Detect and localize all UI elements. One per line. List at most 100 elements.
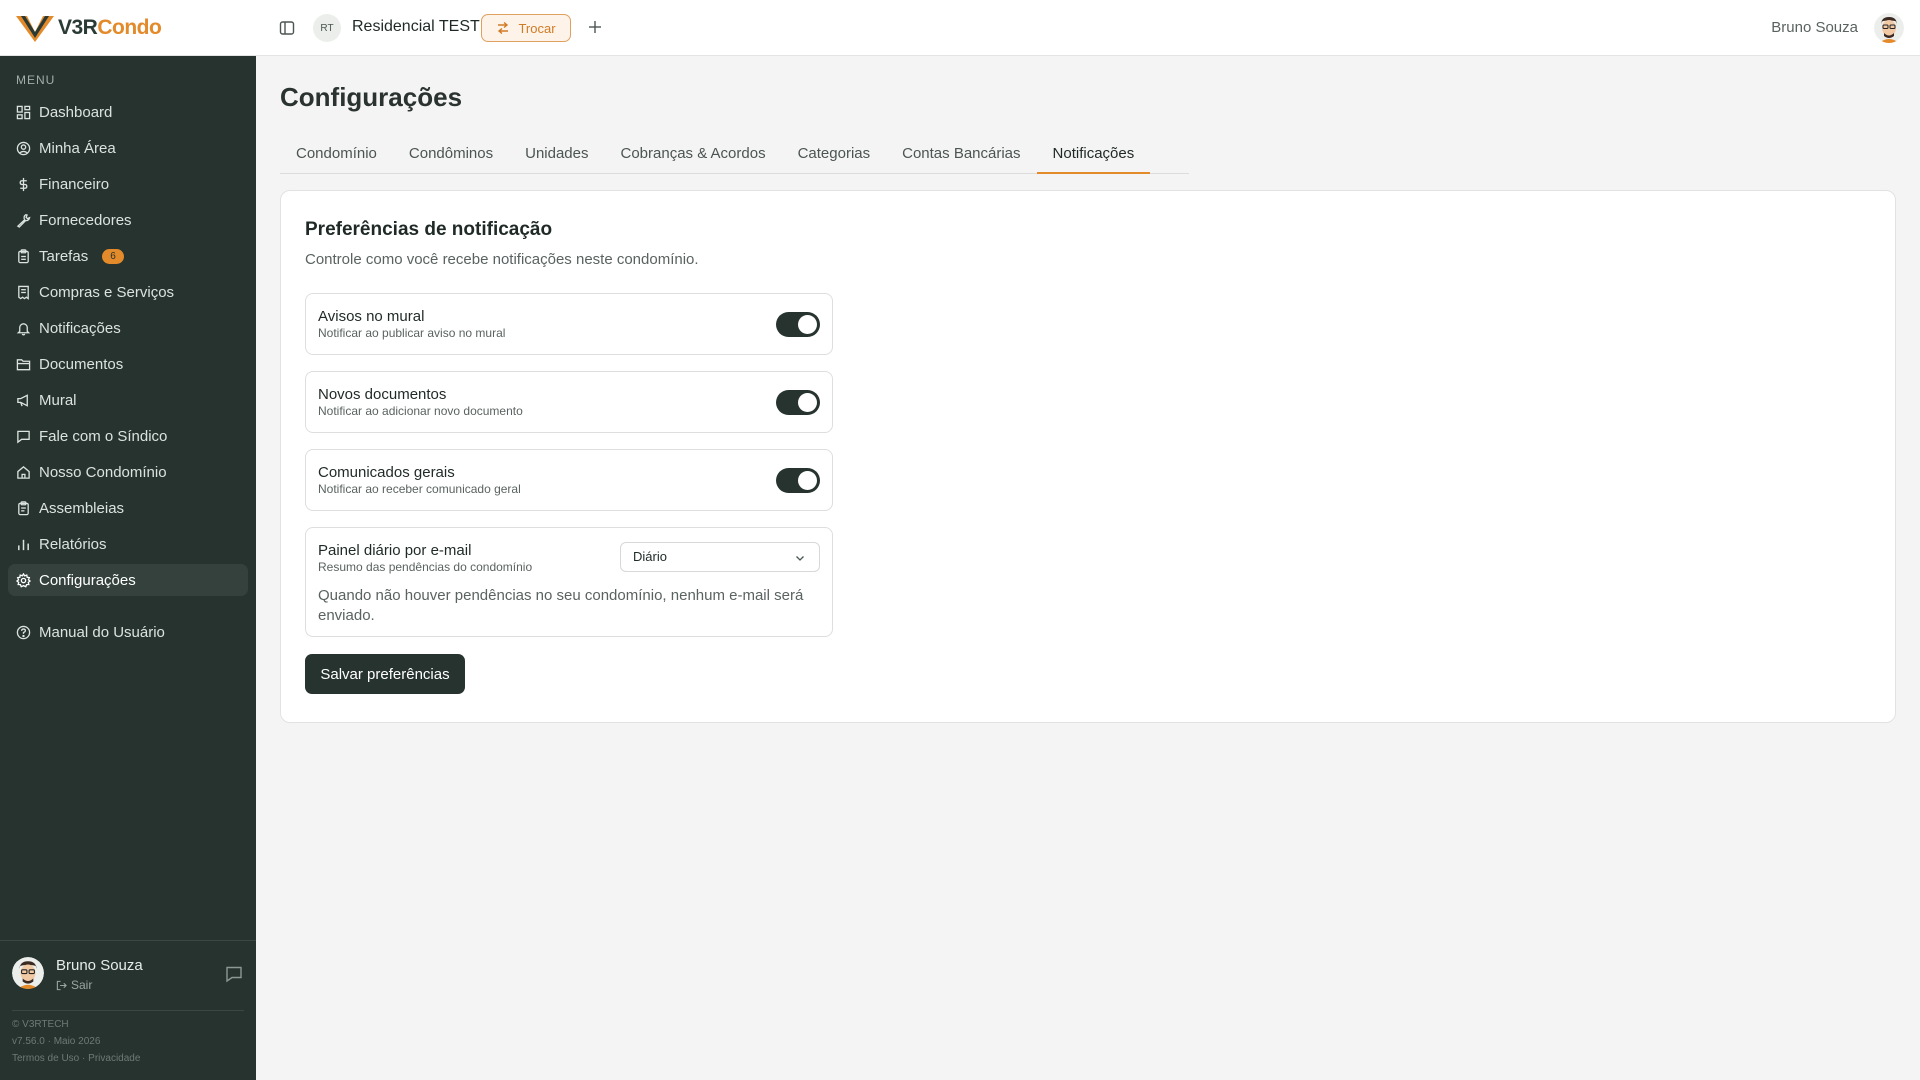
footer-version: v7.56.0 · Maio 2026	[12, 1036, 101, 1047]
logout-icon	[56, 980, 67, 990]
app-logo[interactable]: V3RCondo	[14, 10, 162, 46]
help-circle-icon	[16, 625, 31, 639]
digest-note: Quando não houver pendências no seu cond…	[318, 587, 804, 624]
digest-frequency-select[interactable]: Diário	[620, 542, 820, 572]
footer-link-separator: ·	[82, 1053, 86, 1064]
sidebar-footer: © V3RTECH v7.56.0 · Maio 2026 Termos de …	[12, 1016, 140, 1067]
sidebar-item-label: Fale com o Síndico	[39, 427, 168, 445]
sidebar-item-manual[interactable]: Manual do Usuário	[8, 616, 248, 648]
swap-icon	[498, 21, 509, 35]
clipboard-icon	[18, 248, 29, 263]
sidebar-item-tarefas[interactable]: Tarefas 6	[8, 240, 248, 272]
sidebar-item-label: Financeiro	[39, 175, 110, 193]
sidebar-item-financeiro[interactable]: Financeiro	[8, 168, 248, 200]
sidebar-user-name: Bruno Souza	[56, 957, 143, 974]
save-preferences-button[interactable]: Salvar preferências	[305, 654, 465, 694]
sidebar-nav: Dashboard Minha Área Financeiro Forneced…	[8, 96, 248, 600]
condo-name: Residencial TESTE	[352, 18, 491, 35]
sidebar-manual: Manual do Usuário	[8, 616, 248, 652]
sidebar-item-label: Nosso Condomínio	[39, 463, 167, 481]
chevron-down-icon	[796, 556, 804, 561]
main-content: Configurações Condomínio Condôminos Unid…	[256, 56, 1920, 1080]
folder-icon	[16, 358, 31, 370]
pref-avisos-mural: Avisos no mural Notificar ao publicar av…	[305, 293, 833, 355]
logo-text-v3r: V3R	[58, 16, 98, 39]
wrench-icon	[16, 213, 31, 228]
tab-notificacoes[interactable]: Notificações	[1036, 140, 1151, 174]
tab-condominio[interactable]: Condomínio	[280, 140, 393, 174]
toggle-novos-documentos[interactable]	[776, 390, 820, 415]
card-subtitle: Controle como você recebe notificações n…	[305, 251, 699, 268]
settings-tabs: Condomínio Condôminos Unidades Cobranças…	[280, 140, 1189, 174]
pref-novos-documentos: Novos documentos Notificar ao adicionar …	[305, 371, 833, 433]
chat-icon	[17, 430, 30, 443]
switch-condo-label: Trocar	[518, 20, 556, 36]
sidebar-item-label: Relatórios	[39, 535, 107, 553]
pref-description: Notificar ao publicar aviso no mural	[318, 326, 506, 340]
home-icon	[17, 465, 30, 479]
sidebar-item-fale-sindico[interactable]: Fale com o Síndico	[8, 420, 248, 452]
sidebar-item-label: Assembleias	[39, 499, 125, 517]
menu-title: MENU	[16, 73, 56, 87]
logo-mark-icon	[16, 16, 54, 42]
tab-condominos[interactable]: Condôminos	[393, 140, 509, 174]
dollar-icon	[19, 177, 28, 191]
sidebar-item-label: Fornecedores	[39, 211, 132, 229]
pref-painel-diario: Painel diário por e-mail Resumo das pend…	[305, 527, 833, 637]
sidebar-item-label: Documentos	[39, 355, 124, 373]
add-condo-icon[interactable]	[584, 16, 606, 38]
logo-text-condo: Condo	[97, 16, 162, 39]
tab-cobrancas-acordos[interactable]: Cobranças & Acordos	[605, 140, 782, 174]
toggle-comunicados-gerais[interactable]	[776, 468, 820, 493]
sidebar-toggle-icon[interactable]	[276, 17, 298, 39]
sidebar-item-relatorios[interactable]: Relatórios	[8, 528, 248, 560]
privacy-link[interactable]: Privacidade	[88, 1053, 140, 1064]
sidebar-item-dashboard[interactable]: Dashboard	[8, 96, 248, 128]
tab-categorias[interactable]: Categorias	[782, 140, 887, 174]
sidebar-item-label: Manual do Usuário	[39, 623, 165, 641]
sidebar-item-notificacoes[interactable]: Notificações	[8, 312, 248, 344]
toggle-avisos-mural[interactable]	[776, 312, 820, 337]
logo-text: V3RCondo	[58, 16, 162, 40]
tab-contas-bancarias[interactable]: Contas Bancárias	[886, 140, 1036, 174]
footer-copyright: © V3RTECH	[12, 1019, 69, 1030]
switch-condo-button[interactable]: Trocar	[481, 14, 571, 42]
pref-title: Novos documentos	[318, 386, 447, 403]
megaphone-icon	[17, 393, 28, 407]
top-bar: V3RCondo RT Residencial TESTE Trocar Bru…	[0, 0, 1920, 56]
sidebar-item-assembleias[interactable]: Assembleias	[8, 492, 248, 524]
sidebar-item-mural[interactable]: Mural	[8, 384, 248, 416]
sidebar: MENU Dashboard Minha Área Financeiro For…	[0, 56, 256, 1080]
bar-chart-icon	[18, 539, 29, 550]
terms-link[interactable]: Termos de Uso	[12, 1053, 79, 1064]
sidebar-item-label: Tarefas	[39, 247, 89, 265]
sidebar-item-minha-area[interactable]: Minha Área	[8, 132, 248, 164]
notification-preferences-card: Preferências de notificação Controle com…	[280, 190, 1896, 723]
clipboard-list-icon	[18, 500, 29, 515]
pref-title: Painel diário por e-mail	[318, 542, 472, 559]
tab-unidades[interactable]: Unidades	[509, 140, 604, 174]
pref-description: Resumo das pendências do condomínio	[318, 560, 533, 574]
logout-link[interactable]: Sair	[56, 978, 92, 992]
user-avatar[interactable]	[1874, 13, 1904, 43]
receipt-icon	[18, 285, 29, 300]
sidebar-item-label: Notificações	[39, 319, 121, 337]
bell-icon	[16, 322, 31, 335]
message-icon[interactable]	[225, 965, 243, 983]
sidebar-item-label: Minha Área	[39, 139, 116, 157]
pref-description: Notificar ao adicionar novo documento	[318, 404, 523, 418]
sidebar-item-compras[interactable]: Compras e Serviços	[8, 276, 248, 308]
sidebar-item-documentos[interactable]: Documentos	[8, 348, 248, 380]
top-user-name[interactable]: Bruno Souza	[1771, 19, 1858, 36]
digest-frequency-value: Diário	[633, 549, 667, 564]
sidebar-item-nosso-condominio[interactable]: Nosso Condomínio	[8, 456, 248, 488]
sidebar-item-configuracoes[interactable]: Configurações	[8, 564, 248, 596]
sidebar-item-fornecedores[interactable]: Fornecedores	[8, 204, 248, 236]
sidebar-item-label: Configurações	[39, 571, 136, 589]
page-title: Configurações	[280, 82, 463, 112]
pref-title: Avisos no mural	[318, 308, 425, 325]
avatar[interactable]	[12, 957, 44, 989]
pref-title: Comunicados gerais	[318, 464, 455, 481]
sidebar-item-label: Compras e Serviços	[39, 283, 175, 301]
user-circle-icon	[16, 141, 31, 155]
